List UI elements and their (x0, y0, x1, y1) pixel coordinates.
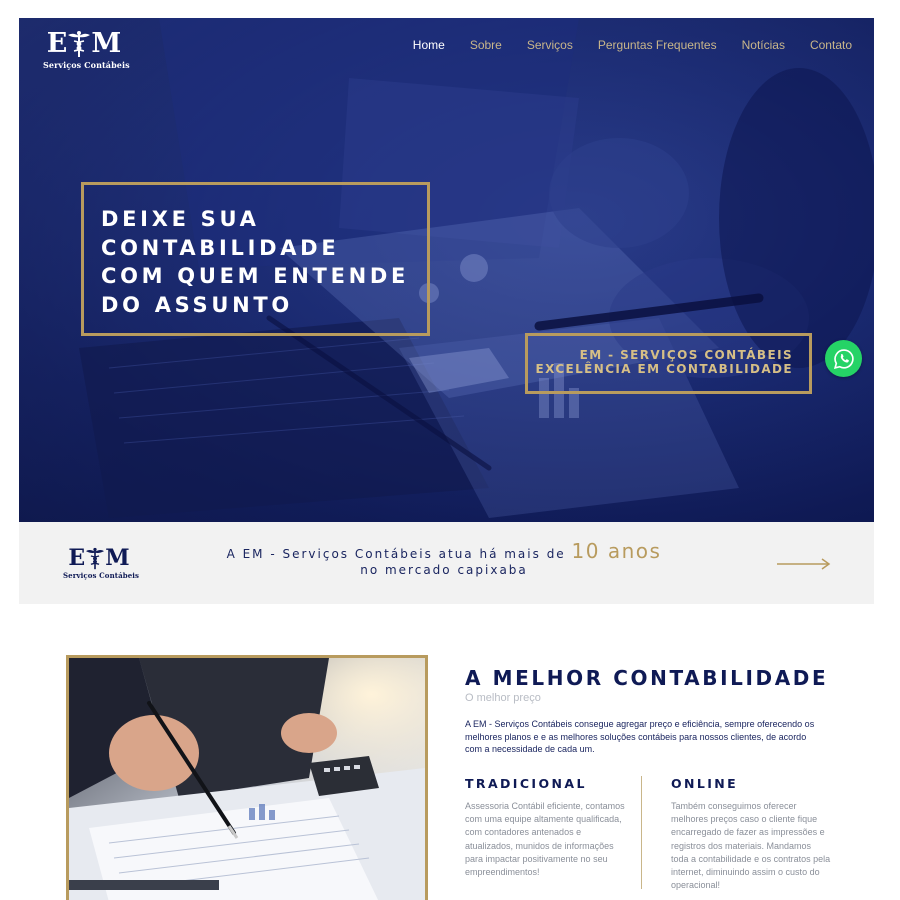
hero-title-line: CONTABILIDADE (101, 235, 340, 260)
page: E M Serviços Contábeis Home Sobre Serviç… (19, 18, 874, 900)
experience-text: A EM - Serviços Contábeis atua há mais d… (219, 541, 669, 578)
logo-letter-m: M (105, 545, 130, 571)
caduceus-icon (86, 547, 105, 570)
hero-subtitle-line: EM - SERVIÇOS CONTÁBEIS (579, 348, 793, 362)
service-column-tradicional: TRADICIONAL Assessoria Contábil eficient… (465, 776, 625, 879)
experience-strip: E M Serviços Contábeis A EM - Serviços C… (19, 522, 874, 604)
nav-contato[interactable]: Contato (810, 38, 852, 52)
hero-subtitle: EM - SERVIÇOS CONTÁBEIS EXCELÊNCIA EM CO… (528, 348, 793, 376)
hero-banner: E M Serviços Contábeis Home Sobre Serviç… (19, 18, 874, 522)
experience-years: 10 anos (571, 539, 662, 563)
column-divider (641, 776, 642, 889)
caduceus-icon (68, 31, 91, 57)
accounting-photo (66, 655, 428, 900)
hero-title-line: DO ASSUNTO (101, 292, 293, 317)
section-subtitle: O melhor preço (465, 692, 541, 704)
column-title: ONLINE (671, 776, 739, 791)
service-column-online: ONLINE Também conseguimos oferecer melho… (671, 776, 831, 892)
logo-letter-e: E (46, 28, 68, 59)
arrow-right-icon[interactable] (777, 558, 831, 570)
column-title: TRADICIONAL (465, 776, 587, 791)
column-text: Também conseguimos oferecer melhores pre… (671, 801, 831, 891)
nav-servicos[interactable]: Serviços (527, 38, 573, 52)
hero-subtitle-line: EXCELÊNCIA EM CONTABILIDADE (535, 362, 793, 376)
nav-perguntas-frequentes[interactable]: Perguntas Frequentes (598, 38, 717, 52)
section-description: A EM - Serviços Contábeis consegue agreg… (465, 719, 815, 754)
whatsapp-button[interactable] (825, 340, 862, 377)
experience-text-before: A EM - Serviços Contábeis atua há mais d… (226, 547, 572, 561)
experience-text-after: no mercado capixaba (360, 563, 528, 577)
logo-subtitle: Serviços Contábeis (43, 60, 130, 70)
strip-logo: E M Serviços Contábeis (63, 545, 140, 582)
logo-letter-e: E (68, 545, 86, 571)
hero-subtitle-box: EM - SERVIÇOS CONTÁBEIS EXCELÊNCIA EM CO… (525, 333, 812, 394)
hero-title-line: DEIXE SUA (101, 207, 260, 231)
nav-sobre[interactable]: Sobre (470, 38, 502, 52)
hero-title: DEIXE SUA CONTABILIDADE COM QUEM ENTENDE… (101, 205, 427, 319)
hero-title-box: DEIXE SUA CONTABILIDADE COM QUEM ENTENDE… (81, 182, 430, 336)
logo-subtitle: Serviços Contábeis (63, 571, 140, 580)
nav-home[interactable]: Home (413, 38, 445, 52)
site-logo[interactable]: E M Serviços Contábeis (43, 28, 130, 72)
main-nav: Home Sobre Serviços Perguntas Frequentes… (413, 38, 852, 52)
section-title: A MELHOR CONTABILIDADE (465, 666, 829, 690)
logo-letter-m: M (91, 28, 122, 59)
hero-title-line: COM QUEM ENTENDE (101, 264, 410, 288)
accounting-photo-art (69, 658, 425, 900)
whatsapp-icon (833, 348, 854, 369)
nav-noticias[interactable]: Notícias (742, 38, 785, 52)
column-text: Assessoria Contábil eficiente, contamos … (465, 801, 625, 878)
